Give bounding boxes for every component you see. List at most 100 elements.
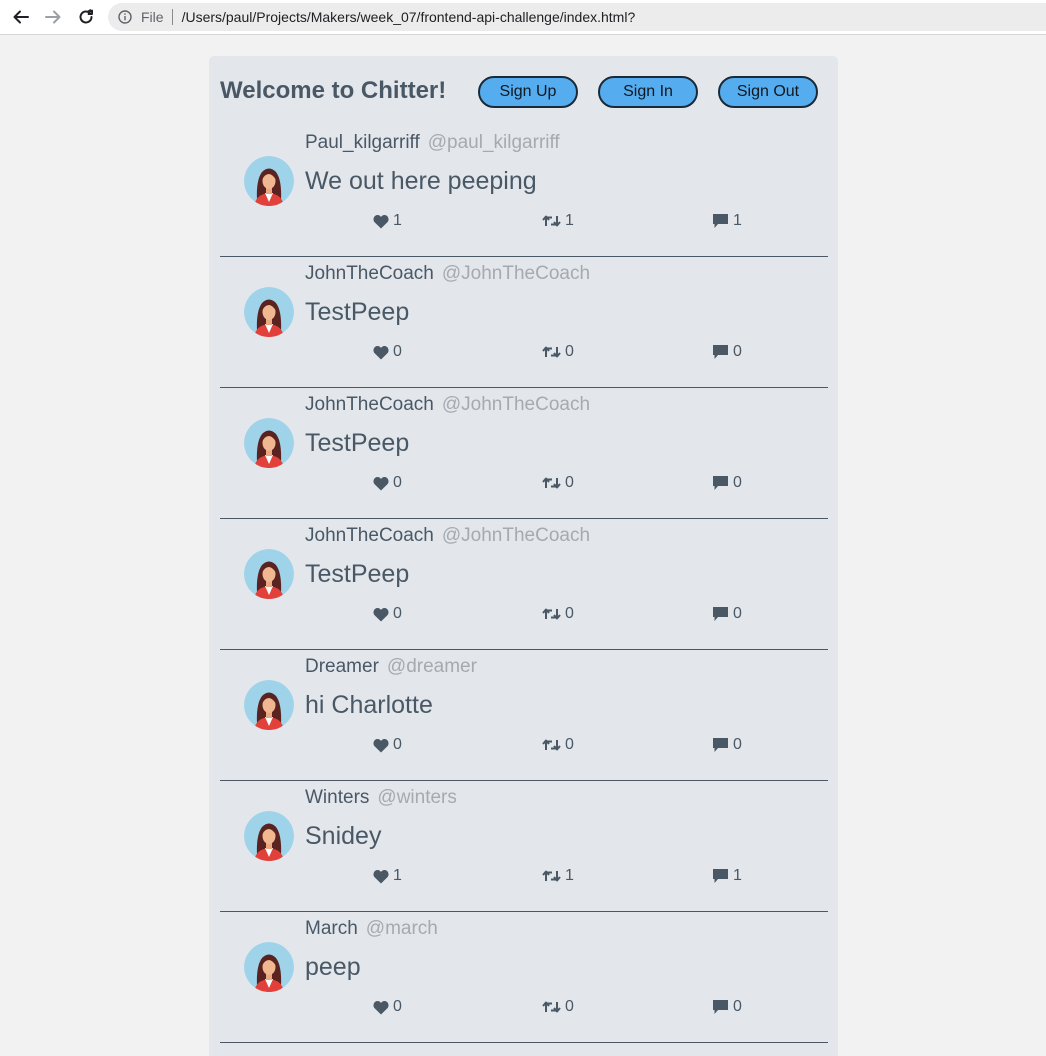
peep-author-name[interactable]: Dreamer [305, 656, 379, 677]
avatar-icon [244, 418, 294, 468]
sign-out-button[interactable]: Sign Out [718, 76, 818, 108]
comment-icon [713, 476, 728, 490]
reload-icon[interactable] [75, 6, 97, 28]
peep-body: TestPeep [305, 560, 410, 588]
like-button[interactable]: 0 [373, 736, 402, 754]
comment-button[interactable]: 0 [712, 605, 742, 623]
like-button[interactable]: 0 [373, 474, 402, 492]
retweet-count: 0 [565, 343, 574, 360]
page-title: Welcome to Chitter! [220, 77, 447, 104]
like-count: 0 [393, 736, 402, 753]
peep-author-name[interactable]: Paul_kilgarriff [305, 132, 420, 153]
peep-author-name[interactable]: JohnTheCoach [305, 525, 434, 546]
retweet-icon [542, 1001, 561, 1013]
heart-icon [373, 869, 389, 883]
retweet-icon [542, 477, 561, 489]
heart-icon [373, 214, 389, 228]
peep-author-name[interactable]: JohnTheCoach [305, 394, 434, 415]
comment-icon [713, 1000, 728, 1014]
comment-icon [713, 214, 728, 228]
peep-item: March @march peep 0 0 0 [220, 912, 828, 1043]
info-icon[interactable] [118, 10, 132, 24]
peep-body: TestPeep [305, 298, 410, 326]
like-count: 0 [393, 474, 402, 491]
peep-author-name[interactable]: March [305, 918, 358, 939]
address-bar[interactable]: File /Users/paul/Projects/Makers/week_07… [108, 3, 1046, 31]
chitter-panel: Welcome to Chitter! Sign Up Sign In Sign… [209, 56, 838, 1056]
peep-author-handle[interactable]: @winters [377, 787, 456, 808]
retweet-icon [542, 346, 561, 358]
heart-icon [373, 476, 389, 490]
comment-count: 0 [733, 474, 742, 491]
peep-author-name[interactable]: Winters [305, 787, 369, 808]
peep-author-handle[interactable]: @paul_kilgarriff [428, 132, 560, 153]
peep-item: Winters @winters Snidey 1 1 1 [220, 781, 828, 912]
peep-author-handle[interactable]: @JohnTheCoach [442, 394, 590, 415]
comment-button[interactable]: 1 [712, 867, 742, 885]
like-button[interactable]: 0 [373, 998, 402, 1016]
peep-body: TestPeep [305, 429, 410, 457]
heart-icon [373, 1000, 389, 1014]
retweet-count: 0 [565, 474, 574, 491]
comment-count: 0 [733, 605, 742, 622]
comment-button[interactable]: 0 [712, 474, 742, 492]
comment-button[interactable]: 0 [712, 998, 742, 1016]
retweet-button[interactable]: 0 [542, 343, 574, 361]
peep-author-handle[interactable]: @march [366, 918, 438, 939]
like-button[interactable]: 1 [373, 867, 402, 885]
heart-icon [373, 738, 389, 752]
avatar-icon [244, 811, 294, 861]
retweet-icon [542, 739, 561, 751]
avatar-icon [244, 549, 294, 599]
comment-button[interactable]: 1 [712, 212, 742, 230]
peep-body: Snidey [305, 822, 382, 850]
back-arrow-icon[interactable] [10, 6, 32, 28]
comment-count: 0 [733, 736, 742, 753]
like-count: 1 [393, 867, 402, 884]
peep-item: JohnTheCoach @JohnTheCoach TestPeep 0 0 0 [220, 519, 828, 650]
peep-body: We out here peeping [305, 167, 537, 195]
peep-author-handle[interactable]: @JohnTheCoach [442, 263, 590, 284]
comment-icon [713, 738, 728, 752]
peep-body: hi Charlotte [305, 691, 433, 719]
comment-icon [713, 607, 728, 621]
url-text[interactable]: /Users/paul/Projects/Makers/week_07/fron… [182, 9, 636, 25]
sign-up-button[interactable]: Sign Up [478, 76, 578, 108]
retweet-button[interactable]: 0 [542, 474, 574, 492]
retweet-button[interactable]: 0 [542, 605, 574, 623]
like-button[interactable]: 0 [373, 605, 402, 623]
retweet-button[interactable]: 0 [542, 736, 574, 754]
peep-author-handle[interactable]: @dreamer [387, 656, 477, 677]
avatar-icon [244, 942, 294, 992]
retweet-icon [542, 870, 561, 882]
heart-icon [373, 607, 389, 621]
peep-author-handle[interactable]: @JohnTheCoach [442, 525, 590, 546]
browser-toolbar: File /Users/paul/Projects/Makers/week_07… [0, 0, 1046, 35]
comment-count: 1 [733, 212, 742, 229]
like-count: 0 [393, 343, 402, 360]
comment-count: 0 [733, 998, 742, 1015]
retweet-icon [542, 608, 561, 620]
scheme-label: File [141, 9, 164, 25]
retweet-button[interactable]: 1 [542, 867, 574, 885]
retweet-icon [542, 215, 561, 227]
like-button[interactable]: 0 [373, 343, 402, 361]
peep-item: JohnTheCoach @JohnTheCoach TestPeep 0 0 0 [220, 388, 828, 519]
forward-arrow-icon[interactable] [42, 6, 64, 28]
peep-item: Dreamer @dreamer hi Charlotte 0 0 0 [220, 650, 828, 781]
avatar-icon [244, 156, 294, 206]
header: Welcome to Chitter! Sign Up Sign In Sign… [209, 56, 838, 126]
avatar-icon [244, 287, 294, 337]
retweet-button[interactable]: 1 [542, 212, 574, 230]
peep-feed: Paul_kilgarriff @paul_kilgarriff We out h… [220, 126, 828, 1043]
comment-button[interactable]: 0 [712, 343, 742, 361]
peep-author-name[interactable]: JohnTheCoach [305, 263, 434, 284]
comment-count: 1 [733, 867, 742, 884]
retweet-button[interactable]: 0 [542, 998, 574, 1016]
comment-icon [713, 869, 728, 883]
comment-button[interactable]: 0 [712, 736, 742, 754]
sign-in-button[interactable]: Sign In [598, 76, 698, 108]
like-count: 0 [393, 605, 402, 622]
peep-item: JohnTheCoach @JohnTheCoach TestPeep 0 0 0 [220, 257, 828, 388]
like-button[interactable]: 1 [373, 212, 402, 230]
